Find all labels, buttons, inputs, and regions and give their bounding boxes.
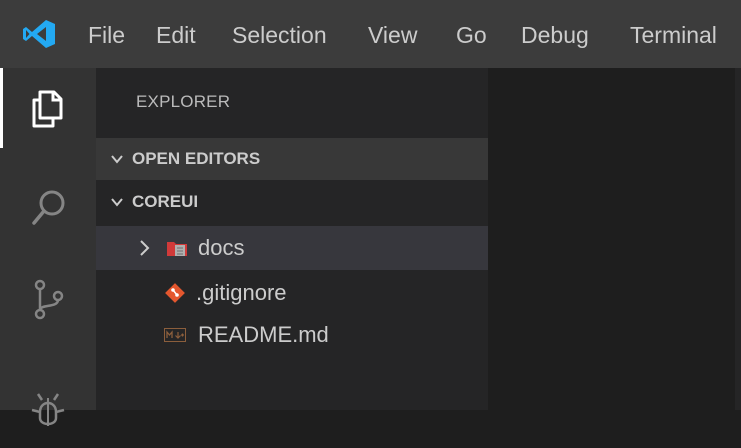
explorer-sidebar: EXPLORER OPEN EDITORS COREUI docs .gitig… bbox=[96, 68, 488, 410]
menu-edit[interactable]: Edit bbox=[156, 0, 196, 68]
chevron-down-icon bbox=[111, 155, 123, 164]
debug-icon[interactable] bbox=[0, 368, 96, 448]
tree-item-docs[interactable]: docs bbox=[96, 226, 488, 270]
search-icon[interactable] bbox=[0, 168, 96, 248]
folder-docs-icon bbox=[167, 242, 187, 256]
git-icon bbox=[165, 283, 185, 303]
editor-area[interactable] bbox=[488, 68, 741, 410]
menu-view[interactable]: View bbox=[368, 0, 417, 68]
menu-terminal[interactable]: Terminal bbox=[630, 0, 717, 68]
section-coreui-label: COREUI bbox=[132, 192, 199, 211]
tree-item-label: docs bbox=[198, 235, 245, 260]
explorer-title: EXPLORER bbox=[136, 92, 231, 111]
menu-debug[interactable]: Debug bbox=[521, 0, 589, 68]
chevron-down-icon bbox=[111, 198, 123, 207]
tree-item-readme[interactable]: README.md bbox=[96, 313, 488, 357]
menu-bar: File Edit Selection View Go Debug Termin… bbox=[0, 0, 741, 68]
section-open-editors-label: OPEN EDITORS bbox=[132, 149, 261, 168]
chevron-right-icon bbox=[140, 240, 150, 256]
vscode-logo-icon bbox=[0, 0, 78, 68]
tree-item-label: .gitignore bbox=[196, 280, 287, 305]
markdown-icon bbox=[164, 328, 186, 342]
tree-item-gitignore[interactable]: .gitignore bbox=[96, 271, 488, 315]
active-view-indicator bbox=[0, 68, 3, 148]
tree-item-label: README.md bbox=[198, 322, 329, 347]
source-control-icon[interactable] bbox=[0, 260, 96, 340]
menu-file[interactable]: File bbox=[88, 0, 125, 68]
menu-selection[interactable]: Selection bbox=[232, 0, 327, 68]
section-open-editors[interactable]: OPEN EDITORS bbox=[96, 138, 488, 180]
explorer-icon[interactable] bbox=[0, 68, 96, 148]
section-coreui[interactable]: COREUI bbox=[96, 181, 488, 223]
activity-bar bbox=[0, 68, 96, 426]
menu-go[interactable]: Go bbox=[456, 0, 487, 68]
editor-right-edge bbox=[735, 68, 741, 410]
